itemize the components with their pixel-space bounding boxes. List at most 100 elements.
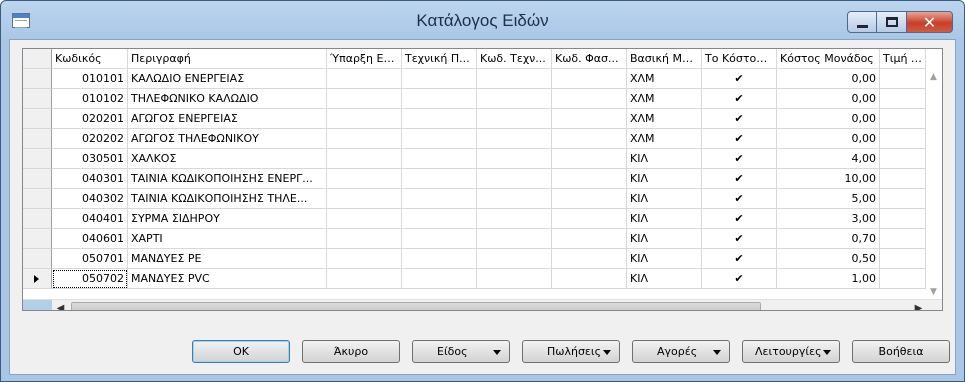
cell-technical[interactable] <box>402 169 477 189</box>
scroll-up-icon[interactable]: ▲ <box>925 69 942 86</box>
cell-unit-cost[interactable]: 10,00 <box>777 169 880 189</box>
cell-phase-code[interactable] <box>552 209 627 229</box>
cell-unit-price[interactable] <box>880 169 926 189</box>
cell-description[interactable]: ΧΑΛΚΟΣ <box>128 149 327 169</box>
cell-stock[interactable] <box>327 229 402 249</box>
cell-cost-flag[interactable]: ✔ <box>702 269 777 289</box>
column-header-technical[interactable]: Τεχνική Π... <box>402 49 477 69</box>
cell-description[interactable]: ΤΑΙΝΙΑ ΚΩΔΙΚΟΠΟΙΗΣΗΣ ΤΗΛΕ... <box>128 189 327 209</box>
column-header-description[interactable]: Περιγραφή <box>128 49 327 69</box>
row-selector[interactable] <box>23 149 52 169</box>
cell-phase-code[interactable] <box>552 149 627 169</box>
column-header-phase-code[interactable]: Κωδ. Φασ... <box>552 49 627 69</box>
cell-stock[interactable] <box>327 69 402 89</box>
cell-description[interactable]: ΑΓΩΓΟΣ ΤΗΛΕΦΩΝΙΚΟΥ <box>128 129 327 149</box>
cell-cost-flag[interactable]: ✔ <box>702 249 777 269</box>
items-grid[interactable]: Κωδικός Περιγραφή Ύπαρξη Εν... Τεχνική Π… <box>22 48 943 311</box>
items-menu-button[interactable]: Είδος <box>412 340 510 363</box>
cell-stock[interactable] <box>327 249 402 269</box>
cell-cost-flag[interactable]: ✔ <box>702 209 777 229</box>
cell-unit-cost[interactable]: 0,00 <box>777 69 880 89</box>
cell-unit-cost[interactable]: 0,00 <box>777 109 880 129</box>
cell-technical[interactable] <box>402 109 477 129</box>
cell-tech-code[interactable] <box>477 189 552 209</box>
cell-stock[interactable] <box>327 189 402 209</box>
cell-technical[interactable] <box>402 229 477 249</box>
cell-unit-price[interactable] <box>880 209 926 229</box>
cell-phase-code[interactable] <box>552 89 627 109</box>
cell-unit-price[interactable] <box>880 129 926 149</box>
cell-unit-price[interactable] <box>880 89 926 109</box>
help-button[interactable]: Βοήθεια <box>852 340 950 363</box>
cell-description[interactable]: ΣΥΡΜΑ ΣΙΔΗΡΟΥ <box>128 209 327 229</box>
scroll-right-icon[interactable]: ▶ <box>910 300 927 310</box>
cell-code[interactable]: 030501 <box>52 149 128 169</box>
cell-code[interactable]: 040302 <box>52 189 128 209</box>
table-row[interactable]: 050701 ΜΑΝΔΥΕΣ ΡΕ ΚΙΛ ✔ 0,50 <box>23 249 926 269</box>
cell-technical[interactable] <box>402 149 477 169</box>
cell-tech-code[interactable] <box>477 109 552 129</box>
cell-tech-code[interactable] <box>477 249 552 269</box>
column-header-unit-price[interactable]: Τιμή Μο <box>880 49 926 69</box>
cell-phase-code[interactable] <box>552 109 627 129</box>
purchases-menu-button[interactable]: Αγορές <box>632 340 730 363</box>
cell-base-unit[interactable]: ΧΛΜ <box>627 129 702 149</box>
cell-code[interactable]: 020202 <box>52 129 128 149</box>
cell-base-unit[interactable]: ΚΙΛ <box>627 149 702 169</box>
cell-tech-code[interactable] <box>477 129 552 149</box>
ok-button[interactable]: OK <box>192 340 290 363</box>
cell-description[interactable]: ΤΑΙΝΙΑ ΚΩΔΙΚΟΠΟΙΗΣΗΣ ΕΝΕΡΓ... <box>128 169 327 189</box>
cell-cost-flag[interactable]: ✔ <box>702 109 777 129</box>
cell-phase-code[interactable] <box>552 129 627 149</box>
table-row[interactable]: 030501 ΧΑΛΚΟΣ ΚΙΛ ✔ 4,00 <box>23 149 926 169</box>
close-button[interactable]: ✕ <box>907 11 953 33</box>
cell-base-unit[interactable]: ΚΙΛ <box>627 269 702 289</box>
cell-technical[interactable] <box>402 269 477 289</box>
functions-menu-button[interactable]: Λειτουργίες <box>742 340 840 363</box>
cell-description[interactable]: ΜΑΝΔΥΕΣ PVC <box>128 269 327 289</box>
cell-tech-code[interactable] <box>477 89 552 109</box>
cell-unit-price[interactable] <box>880 69 926 89</box>
cell-unit-price[interactable] <box>880 269 926 289</box>
cancel-button[interactable]: Άκυρο <box>302 340 400 363</box>
column-header-unit-cost[interactable]: Κόστος Μονάδος <box>777 49 880 69</box>
cell-technical[interactable] <box>402 69 477 89</box>
table-row[interactable]: 010101 ΚΑΛΩΔΙΟ ΕΝΕΡΓΕΙΑΣ ΧΛΜ ✔ 0,00 <box>23 69 926 89</box>
minimize-button[interactable] <box>847 11 877 33</box>
column-header-stock[interactable]: Ύπαρξη Εν... <box>327 49 402 69</box>
cell-unit-price[interactable] <box>880 189 926 209</box>
row-selector[interactable] <box>23 69 52 89</box>
cell-unit-cost[interactable]: 0,50 <box>777 249 880 269</box>
cell-unit-price[interactable] <box>880 109 926 129</box>
title-bar[interactable]: Κατάλογος Ειδών ✕ <box>1 1 964 39</box>
row-selector[interactable] <box>23 209 52 229</box>
cell-cost-flag[interactable]: ✔ <box>702 69 777 89</box>
table-row[interactable]: 040302 ΤΑΙΝΙΑ ΚΩΔΙΚΟΠΟΙΗΣΗΣ ΤΗΛΕ... ΚΙΛ ✔ 5,… <box>23 189 926 209</box>
cell-tech-code[interactable] <box>477 209 552 229</box>
cell-unit-price[interactable] <box>880 229 926 249</box>
cell-description[interactable]: ΑΓΩΓΟΣ ΕΝΕΡΓΕΙΑΣ <box>128 109 327 129</box>
cell-cost-flag[interactable]: ✔ <box>702 89 777 109</box>
row-selector[interactable] <box>23 189 52 209</box>
cell-technical[interactable] <box>402 129 477 149</box>
cell-code[interactable]: 010102 <box>52 89 128 109</box>
cell-code[interactable]: 020201 <box>52 109 128 129</box>
cell-phase-code[interactable] <box>552 189 627 209</box>
cell-base-unit[interactable]: ΚΙΛ <box>627 209 702 229</box>
header-selector[interactable] <box>23 49 52 69</box>
cell-unit-cost[interactable]: 0,00 <box>777 129 880 149</box>
row-selector[interactable] <box>23 229 52 249</box>
cell-cost-flag[interactable]: ✔ <box>702 229 777 249</box>
cell-base-unit[interactable]: ΧΛΜ <box>627 89 702 109</box>
cell-code[interactable]: 050702 <box>52 269 128 289</box>
table-row[interactable]: 050702 ΜΑΝΔΥΕΣ PVC ΚΙΛ ✔ 1,00 <box>23 269 926 289</box>
table-row[interactable]: 040401 ΣΥΡΜΑ ΣΙΔΗΡΟΥ ΚΙΛ ✔ 3,00 <box>23 209 926 229</box>
cell-phase-code[interactable] <box>552 269 627 289</box>
cell-stock[interactable] <box>327 269 402 289</box>
sales-menu-button[interactable]: Πωλήσεις <box>522 340 620 363</box>
cell-unit-cost[interactable]: 0,70 <box>777 229 880 249</box>
column-header-code[interactable]: Κωδικός <box>52 49 128 69</box>
cell-technical[interactable] <box>402 189 477 209</box>
cell-description[interactable]: ΜΑΝΔΥΕΣ ΡΕ <box>128 249 327 269</box>
maximize-button[interactable] <box>877 11 907 33</box>
